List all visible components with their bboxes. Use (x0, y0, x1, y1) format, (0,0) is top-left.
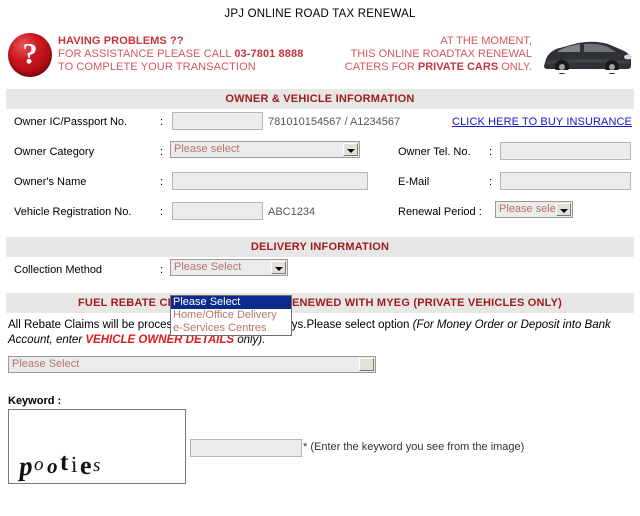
rebate-option-select-value: Please Select (12, 358, 80, 370)
notice-line-3-post: ONLY. (498, 61, 532, 73)
owner-category-select[interactable]: Please select (170, 141, 360, 158)
section-header-fuel-rebate: FUEL REBATE CLAIM FOR ROADTAX RENEWED WI… (6, 293, 634, 313)
owner-ic-colon: : (160, 116, 164, 128)
owner-vehicle-form: Owner IC/Passport No. : 781010154567 / A… (0, 109, 640, 229)
vehicle-registration-label: Vehicle Registration No. (14, 206, 132, 218)
owner-email-colon: : (489, 176, 493, 188)
owner-ic-label: Owner IC/Passport No. (14, 116, 128, 128)
owner-email-label: E-Mail (398, 176, 430, 188)
banner-help-text: HAVING PROBLEMS ?? FOR ASSISTANCE PLEASE… (58, 35, 303, 74)
section-header-delivery: DELIVERY INFORMATION (6, 237, 634, 257)
rebate-option-select[interactable]: Please Select (8, 356, 376, 373)
owner-ic-hint: 781010154567 / A1234567 (268, 116, 401, 128)
notice-line-1: AT THE MOMENT, (440, 35, 532, 47)
chevron-down-icon[interactable] (556, 203, 571, 216)
row-owner-category: Owner Category : Please select Owner Tel… (0, 139, 640, 169)
page-title: JPJ ONLINE ROAD TAX RENEWAL (224, 8, 416, 20)
owner-tel-input[interactable] (500, 142, 631, 160)
notice-line-3-bold: PRIVATE CARS (417, 61, 499, 73)
captcha-letter: s (92, 454, 101, 477)
captcha-letter: o (33, 453, 44, 476)
owner-tel-label: Owner Tel. No. (398, 146, 471, 158)
question-mark-glyph: ? (22, 37, 38, 71)
owner-category-select-value: Please select (174, 143, 240, 155)
row-owner-name: Owner's Name : E-Mail : (0, 169, 640, 199)
captcha-letter: i (70, 451, 78, 478)
private-car-photo (536, 35, 636, 79)
buy-insurance-link[interactable]: CLICK HERE TO BUY INSURANCE (452, 116, 632, 128)
captcha-image-text: po ot ies (18, 448, 101, 481)
captcha-letter: p (18, 450, 34, 482)
vehicle-registration-hint: ABC1234 (268, 206, 316, 218)
dropdown-option-home-office-delivery[interactable]: Home/Office Delivery (171, 309, 291, 322)
captcha-letter: o (46, 453, 58, 479)
collection-method-select[interactable]: Please Select (170, 259, 288, 276)
collection-method-colon: : (160, 264, 164, 276)
captcha-note: * (Enter the keyword you see from the im… (303, 441, 525, 453)
rebate-description: All Rebate Claims will be processed with… (8, 318, 632, 348)
chevron-down-icon[interactable] (343, 143, 358, 156)
renewal-period-select[interactable]: Please select (495, 201, 573, 218)
banner-notice-text: AT THE MOMENT, THIS ONLINE ROADTAX RENEW… (345, 35, 532, 74)
collection-method-dropdown-list[interactable]: Please Select Home/Office Delivery e-Ser… (170, 295, 292, 336)
help-banner: ? HAVING PROBLEMS ?? FOR ASSISTANCE PLEA… (0, 29, 640, 89)
owner-name-label: Owner's Name (14, 176, 87, 188)
captcha-letter: t (59, 448, 69, 477)
banner-line-2: FOR ASSISTANCE PLEASE CALL 03-7801 8888 (58, 48, 303, 61)
chevron-down-icon[interactable] (359, 358, 374, 371)
section-header-owner-vehicle: OWNER & VEHICLE INFORMATION (6, 89, 634, 109)
owner-name-input[interactable] (172, 172, 368, 190)
banner-line-3: TO COMPLETE YOUR TRANSACTION (58, 61, 256, 73)
owner-category-colon: : (160, 146, 164, 158)
vehicle-registration-colon: : (160, 206, 164, 218)
chevron-down-icon[interactable] (271, 261, 286, 274)
captcha-letter: e (79, 450, 93, 481)
owner-name-colon: : (160, 176, 164, 188)
renewal-period-label: Renewal Period : (398, 206, 482, 218)
owner-tel-colon: : (489, 146, 493, 158)
row-vehicle-registration: Vehicle Registration No. : ABC1234 Renew… (0, 199, 640, 229)
collection-method-label: Collection Method (14, 264, 103, 276)
keyword-label: Keyword : (8, 395, 62, 407)
captcha-input[interactable] (190, 439, 302, 457)
notice-line-3-pre: CATERS FOR (344, 61, 418, 73)
banner-line-1: HAVING PROBLEMS ?? (58, 35, 184, 47)
captcha-area: po ot ies * (Enter the keyword you see fro… (0, 409, 640, 489)
delivery-form: Collection Method : Please Select (0, 257, 640, 287)
renewal-period-select-value: Please select (499, 203, 565, 215)
owner-email-input[interactable] (500, 172, 631, 190)
collection-method-select-value: Please Select (174, 261, 242, 273)
captcha-image: po ot ies (8, 409, 186, 484)
row-collection-method: Collection Method : Please Select (0, 257, 640, 287)
owner-category-label: Owner Category (14, 146, 95, 158)
banner-line-2-text: FOR ASSISTANCE PLEASE CALL (58, 48, 235, 60)
support-phone-number: 03-7801 8888 (234, 48, 304, 60)
owner-ic-input[interactable] (172, 112, 263, 130)
vehicle-registration-input[interactable] (172, 202, 263, 220)
dropdown-option-please-select[interactable]: Please Select (171, 296, 291, 309)
row-owner-ic: Owner IC/Passport No. : 781010154567 / A… (0, 109, 640, 139)
notice-line-3: CATERS FOR PRIVATE CARS ONLY. (345, 61, 532, 74)
notice-line-2: THIS ONLINE ROADTAX RENEWAL (350, 48, 532, 60)
dropdown-option-e-services-centres[interactable]: e-Services Centres (171, 322, 291, 335)
question-mark-icon: ? (8, 33, 52, 77)
